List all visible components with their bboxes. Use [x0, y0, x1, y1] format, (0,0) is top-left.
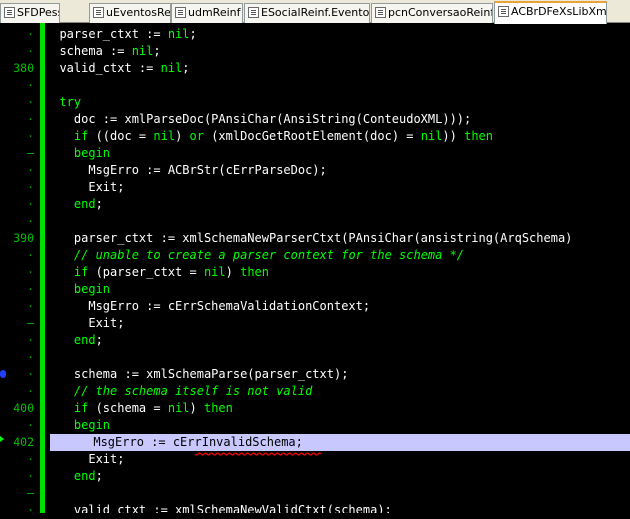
line-marker: · [27, 197, 34, 211]
file-icon [498, 6, 509, 17]
tab-label: udmReinf [188, 6, 241, 19]
code-editor[interactable]: · · 380 · · · · – · · · · 390 · · · · – · · · · 400 · 402 · · – · pa… [0, 23, 630, 517]
line-marker: – [27, 316, 34, 330]
line-marker: · [27, 214, 34, 228]
file-icon [175, 7, 186, 18]
error-squiggle-path [194, 452, 322, 456]
error-squiggle [194, 452, 322, 456]
line-marker: · [27, 282, 34, 296]
tab-pcnconversaoreinf[interactable]: pcnConversaoReinf [371, 3, 493, 23]
line-marker: · [27, 180, 34, 194]
tab-sfdpessoal[interactable]: SFDPessoal [0, 3, 60, 23]
tab-ueventosreinf[interactable]: uEventosReinf [89, 3, 171, 23]
line-marker: · [27, 265, 34, 279]
line-marker: · [27, 248, 34, 262]
editor-tab-bar: SFDPessoal uEventosReinf udmReinf ESocialRe… [0, 0, 630, 24]
tab-label: ESocialReinf.Eventos [261, 6, 370, 19]
line-number-gutter[interactable]: · · 380 · · · · – · · · · 390 · · · · – · · · · 400 · 402 · · – · [0, 23, 40, 517]
tab-label: uEventosReinf [106, 6, 171, 19]
line-marker: · [27, 418, 34, 432]
line-marker: · [27, 129, 34, 143]
tab-acbrdfexslibxml2[interactable]: ACBrDFeXsLibXml2 [494, 1, 607, 24]
file-icon [248, 7, 259, 18]
line-marker: · [27, 112, 34, 126]
tab-label: ACBrDFeXsLibXml2 [511, 5, 607, 18]
tab-esocialreinf-eventos[interactable]: ESocialReinf.Eventos [244, 3, 370, 23]
line-number: 400 [13, 401, 34, 415]
line-marker: · [27, 299, 34, 313]
line-marker: – [27, 146, 34, 160]
line-marker: · [27, 452, 34, 466]
file-icon [4, 7, 15, 18]
line-marker: · [27, 469, 34, 483]
line-marker: · [27, 333, 34, 347]
line-marker: · [27, 95, 34, 109]
line-marker: · [27, 350, 34, 364]
tab-udmreinf[interactable]: udmReinf [171, 3, 243, 23]
file-icon [93, 7, 104, 18]
line-marker: · [27, 44, 34, 58]
tab-label: SFDPessoal [17, 6, 59, 19]
line-number: 390 [13, 231, 34, 245]
line-number: 402 [13, 435, 34, 449]
line-marker: · [27, 27, 34, 41]
file-icon [375, 7, 386, 18]
tab-label: pcnConversaoReinf [388, 6, 493, 19]
line-number: 380 [13, 61, 34, 75]
line-marker: · [27, 384, 34, 398]
code-area[interactable]: parser_ctxt := nil; schema := nil; valid… [45, 23, 630, 513]
line-marker: – [27, 486, 34, 500]
line-marker: · [27, 163, 34, 177]
line-marker: · [27, 503, 34, 517]
breakpoint-marker-icon[interactable] [0, 370, 6, 378]
line-marker: · [27, 78, 34, 92]
execution-arrow-icon [0, 436, 4, 442]
